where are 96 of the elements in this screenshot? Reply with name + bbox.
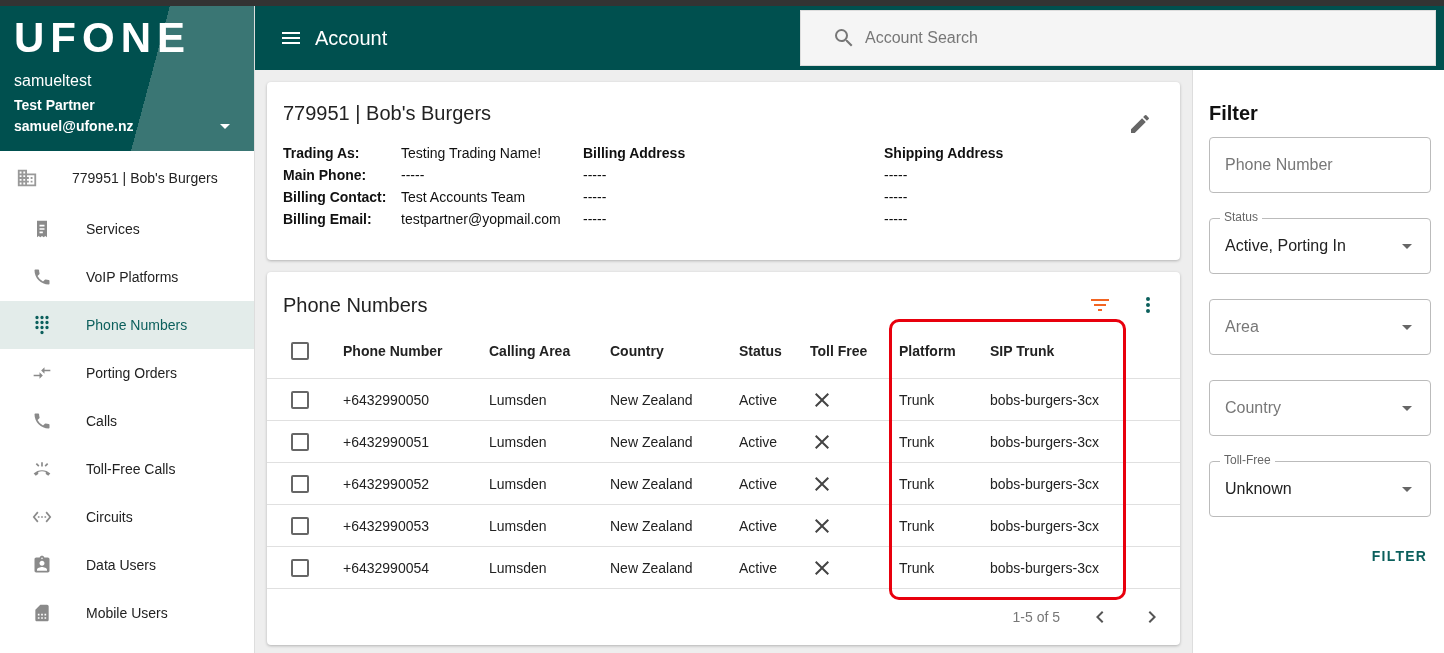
nav-item[interactable]: Phone Numbers (0, 301, 254, 349)
table-cell: +6432990052 (343, 462, 489, 505)
filter-title: Filter (1209, 102, 1259, 125)
table-cell: bobs-burgers-3cx (990, 378, 1140, 421)
table-cell: Trunk (899, 504, 990, 547)
card-title: 779951 | Bob's Burgers (283, 102, 493, 125)
table-cell: New Zealand (610, 462, 739, 505)
table-cell: New Zealand (610, 504, 739, 547)
table-cell: Lumsden (489, 420, 610, 463)
table-cell: Lumsden (489, 462, 610, 505)
user-email: samuel@ufone.nz (14, 118, 134, 134)
billing-address-heading: Billing Address (583, 145, 687, 162)
table-cell: Lumsden (489, 378, 610, 421)
table-cell: Active (739, 546, 810, 589)
logo: UFONE (14, 16, 191, 60)
dropdown-icon (1402, 405, 1412, 411)
checkbox[interactable] (291, 432, 309, 451)
dropdown-icon (1402, 486, 1412, 492)
table-cell: bobs-burgers-3cx (990, 546, 1140, 589)
table-cell: New Zealand (610, 546, 739, 589)
table-cell: Active (739, 504, 810, 547)
field-label: Trading As: (283, 145, 361, 162)
table-cell: New Zealand (610, 378, 739, 421)
field-value: testpartner@yopmail.com (401, 211, 562, 228)
nav-item[interactable]: Circuits (0, 493, 254, 541)
text-field[interactable]: Phone Number (1209, 137, 1431, 193)
dropdown-icon (1402, 324, 1412, 330)
column-header: Status (739, 324, 810, 379)
select-field[interactable]: Country (1209, 380, 1431, 436)
table-cell: Trunk (899, 378, 990, 421)
table-cell: Active (739, 462, 810, 505)
table-cell: Trunk (899, 546, 990, 589)
table-cell: Lumsden (489, 504, 610, 547)
filter-button[interactable]: FILTER (1367, 542, 1431, 570)
card-title: Phone Numbers (283, 293, 429, 317)
field-value: Test Accounts Team (401, 189, 527, 206)
checkbox[interactable] (291, 342, 309, 360)
partner-name: Test Partner (14, 97, 95, 113)
table-cell: Trunk (899, 462, 990, 505)
checkbox[interactable] (291, 474, 309, 493)
table-cell: bobs-burgers-3cx (990, 420, 1140, 463)
nav-item[interactable]: VoIP Platforms (0, 253, 254, 301)
table-cell: +6432990051 (343, 420, 489, 463)
field-value: ----- (401, 167, 426, 184)
column-header: Phone Number (343, 324, 489, 379)
phone-icon (32, 267, 52, 287)
field-label: Billing Contact: (283, 189, 388, 206)
table-cell: +6432990054 (343, 546, 489, 589)
billing-address-line: ----- (583, 211, 608, 228)
pagination-text: 1-5 of 5 (1012, 609, 1060, 625)
nav-item[interactable]: Calls (0, 397, 254, 445)
edit-icon[interactable] (1128, 112, 1152, 136)
table-cell: Active (739, 420, 810, 463)
column-header: Country (610, 324, 739, 379)
dialpad-icon (32, 315, 52, 335)
phone-icon (32, 411, 52, 431)
sim-card-icon (32, 603, 52, 623)
dropdown-icon (1402, 243, 1412, 249)
account-item[interactable]: 779951 | Bob's Burgers (0, 151, 254, 205)
table-cell: New Zealand (610, 420, 739, 463)
nav-item[interactable]: Data Users (0, 541, 254, 589)
table-cell: +6432990050 (343, 378, 489, 421)
checkbox[interactable] (291, 558, 309, 577)
shipping-address-line: ----- (884, 211, 909, 228)
user-name: samueltest (14, 72, 92, 90)
page-title: Account (315, 26, 389, 50)
shipping-address-heading: Shipping Address (884, 145, 1005, 162)
column-header: Platform (899, 324, 990, 379)
table-cell: Trunk (899, 420, 990, 463)
field-label: Main Phone: (283, 167, 368, 184)
search-field[interactable]: Account Search (800, 10, 1436, 66)
table-cell: bobs-burgers-3cx (990, 462, 1140, 505)
column-header: Calling Area (489, 324, 610, 379)
building-icon (16, 167, 38, 189)
field-label: Billing Email: (283, 211, 373, 228)
table-cell: Lumsden (489, 546, 610, 589)
shipping-address-line: ----- (884, 189, 909, 206)
checkbox[interactable] (291, 516, 309, 535)
column-header: Toll Free (810, 324, 899, 379)
billing-address-line: ----- (583, 189, 608, 206)
checkbox[interactable] (291, 390, 309, 409)
billing-address-line: ----- (583, 167, 608, 184)
column-header: SIP Trunk (990, 324, 1140, 379)
nav-item[interactable]: Toll-Free Calls (0, 445, 254, 493)
field-value: Testing Trading Name! (401, 145, 543, 162)
dropdown-icon[interactable] (220, 123, 230, 129)
nav-item[interactable]: Services (0, 205, 254, 253)
table-cell: +6432990053 (343, 504, 489, 547)
select-field[interactable]: Area (1209, 299, 1431, 355)
shipping-address-line: ----- (884, 167, 909, 184)
nav-item[interactable]: Porting Orders (0, 349, 254, 397)
id-badge-icon (32, 555, 52, 575)
account-name: 779951 | Bob's Burgers (72, 170, 218, 186)
table-cell: Active (739, 378, 810, 421)
table-cell: bobs-burgers-3cx (990, 504, 1140, 547)
nav-item[interactable]: Mobile Users (0, 589, 254, 637)
